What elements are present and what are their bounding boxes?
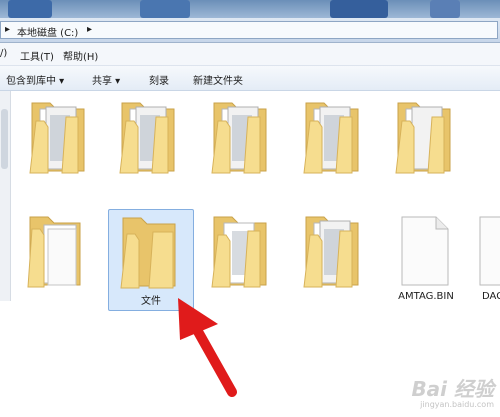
menu-help[interactable]: 帮助(H) (63, 48, 98, 63)
folder-icon (29, 102, 85, 174)
file-item[interactable]: DAG (472, 209, 500, 309)
folder-item[interactable] (18, 95, 102, 195)
navigation-pane-scrollbar[interactable] (0, 91, 11, 301)
selected-folder-item[interactable]: 文件 (108, 209, 194, 311)
watermark: Bai 经验 jingyan.baidu.com (411, 379, 494, 411)
folder-icon (120, 217, 176, 289)
folder-item[interactable] (108, 95, 192, 195)
folder-item[interactable] (200, 209, 284, 309)
title-blur-right (330, 0, 388, 18)
new-folder-button[interactable]: 新建文件夹 (193, 72, 243, 87)
file-view: 文件 AMTAG.BIN DAG (0, 91, 500, 417)
file-label: DAG (482, 291, 500, 302)
title-blur-left (8, 0, 52, 18)
title-blur-center (140, 0, 190, 18)
folder-icon (303, 102, 359, 174)
folder-label: 文件 (141, 296, 161, 307)
command-toolbar: 包含到库中 ▾ 共享 ▾ 刻录 新建文件夹 (0, 66, 500, 91)
folder-item[interactable] (18, 209, 102, 309)
menu-edit[interactable]: /) (0, 48, 7, 59)
breadcrumb[interactable]: ▸ 本地磁盘 (C:) ▸ (0, 21, 498, 39)
folder-item[interactable] (384, 95, 468, 195)
folder-icon (119, 102, 175, 174)
folder-icon (211, 102, 267, 174)
breadcrumb-next-arrow-icon[interactable]: ▸ (87, 24, 92, 35)
folder-icon (211, 216, 267, 288)
watermark-url: jingyan.baidu.com (420, 400, 494, 409)
breadcrumb-location[interactable]: 本地磁盘 (C:) (17, 24, 78, 39)
title-blur-far-right (430, 0, 460, 18)
folder-icon (395, 102, 451, 174)
window-title-bar (0, 0, 500, 18)
burn-button[interactable]: 刻录 (149, 72, 169, 87)
address-bar: ▸ 本地磁盘 (C:) ▸ (0, 18, 500, 43)
file-icon (401, 216, 449, 286)
include-in-library-button[interactable]: 包含到库中 ▾ (6, 72, 64, 87)
folder-item[interactable] (292, 209, 376, 309)
menu-tools[interactable]: 工具(T) (20, 48, 54, 63)
scrollbar-thumb[interactable] (1, 109, 8, 169)
file-label: AMTAG.BIN (398, 291, 454, 302)
menu-bar: /) 工具(T) 帮助(H) (0, 43, 500, 66)
folder-icon (303, 216, 359, 288)
folder-item[interactable] (200, 95, 284, 195)
watermark-brand: Bai 经验 (411, 377, 494, 401)
folder-item[interactable] (292, 95, 376, 195)
file-icon (479, 216, 500, 286)
folder-with-document-icon (27, 216, 81, 288)
share-button[interactable]: 共享 ▾ (92, 72, 120, 87)
breadcrumb-arrow-icon[interactable]: ▸ (5, 24, 10, 35)
file-item[interactable]: AMTAG.BIN (384, 209, 468, 309)
